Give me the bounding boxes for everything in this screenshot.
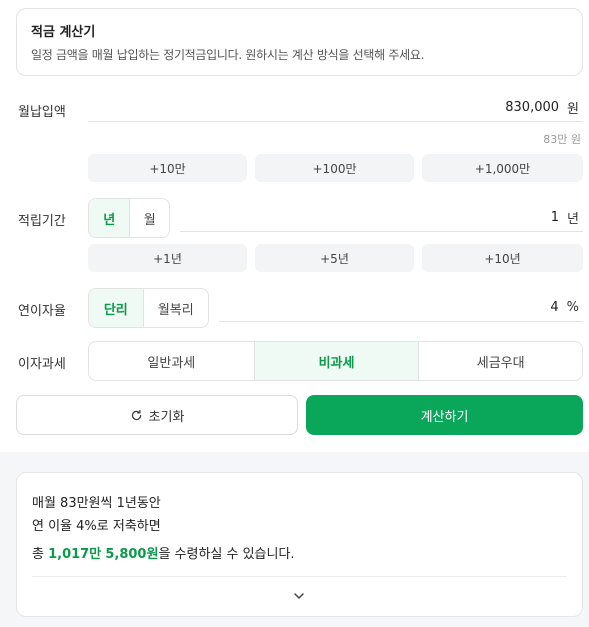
rate-value: 4 — [550, 300, 559, 315]
monthly-deposit-input[interactable]: 830,000 원 — [88, 94, 583, 122]
tax-option-group: 일반과세 비과세 세금우대 — [88, 341, 583, 381]
period-label: 적립기간 — [18, 214, 66, 229]
info-box: 적금 계산기 일정 금액을 매월 납입하는 정기적금입니다. 원하시는 계산 방… — [16, 8, 583, 76]
rate-input[interactable]: 4 % — [219, 294, 583, 322]
rate-label: 연이자율 — [18, 304, 66, 319]
result-suffix: 을 수령하실 수 있습니다. — [158, 547, 295, 562]
chevron-down-icon[interactable] — [292, 589, 306, 603]
interest-type-toggle: 단리 월복리 — [88, 288, 209, 328]
reset-button[interactable]: 초기화 — [16, 395, 298, 435]
result-prefix: 총 — [32, 547, 44, 562]
reset-button-label: 초기화 — [148, 409, 185, 425]
tax-option-preferential[interactable]: 세금우대 — [418, 342, 582, 380]
calculate-button[interactable]: 계산하기 — [306, 395, 583, 435]
add-1-year-button[interactable]: +1년 — [88, 244, 247, 272]
result-amount-man: 1,017만 — [48, 547, 102, 562]
calculator-title: 적금 계산기 — [31, 25, 96, 40]
tax-option-general[interactable]: 일반과세 — [89, 342, 254, 380]
period-unit-toggle: 년 월 — [88, 198, 170, 238]
refresh-icon — [131, 409, 141, 420]
result-line-1: 매월 83만원씩 1년동안 — [32, 496, 161, 511]
result-line-2: 연 이율 4%로 저축하면 — [32, 519, 161, 534]
monthly-deposit-label: 월납입액 — [18, 105, 66, 120]
add-10m-button[interactable]: +1,000만 — [422, 154, 583, 182]
calculator-description: 일정 금액을 매월 납입하는 정기적금입니다. 원하시는 계산 방식을 선택해 … — [31, 48, 425, 62]
period-input[interactable]: 1 년 — [180, 204, 583, 232]
tax-option-exempt[interactable]: 비과세 — [253, 342, 419, 380]
result-total-line: 총 1,017만 5,800원을 수령하실 수 있습니다. — [32, 543, 295, 562]
period-value: 1 — [550, 210, 560, 225]
add-5-years-button[interactable]: +5년 — [255, 244, 414, 272]
period-unit: 년 — [567, 212, 579, 227]
add-1m-button[interactable]: +100만 — [255, 154, 414, 182]
monthly-deposit-hint: 83만 원 — [543, 133, 581, 146]
add-10-years-button[interactable]: +10년 — [422, 244, 583, 272]
tax-label: 이자과세 — [18, 357, 66, 372]
period-unit-month[interactable]: 월 — [129, 199, 169, 237]
monthly-compound-option[interactable]: 월복리 — [142, 289, 208, 327]
add-100k-button[interactable]: +10만 — [88, 154, 247, 182]
calculate-button-label: 계산하기 — [420, 409, 469, 425]
rate-unit: % — [566, 300, 579, 315]
period-unit-year[interactable]: 년 — [89, 199, 130, 237]
monthly-deposit-unit: 원 — [567, 102, 579, 117]
result-divider — [32, 576, 567, 577]
monthly-deposit-value: 830,000 — [505, 100, 560, 115]
simple-interest-option[interactable]: 단리 — [89, 289, 143, 327]
result-amount-won: 5,800원 — [105, 547, 159, 562]
result-box: 매월 83만원씩 1년동안 연 이율 4%로 저축하면 총 1,017만 5,8… — [16, 472, 583, 617]
